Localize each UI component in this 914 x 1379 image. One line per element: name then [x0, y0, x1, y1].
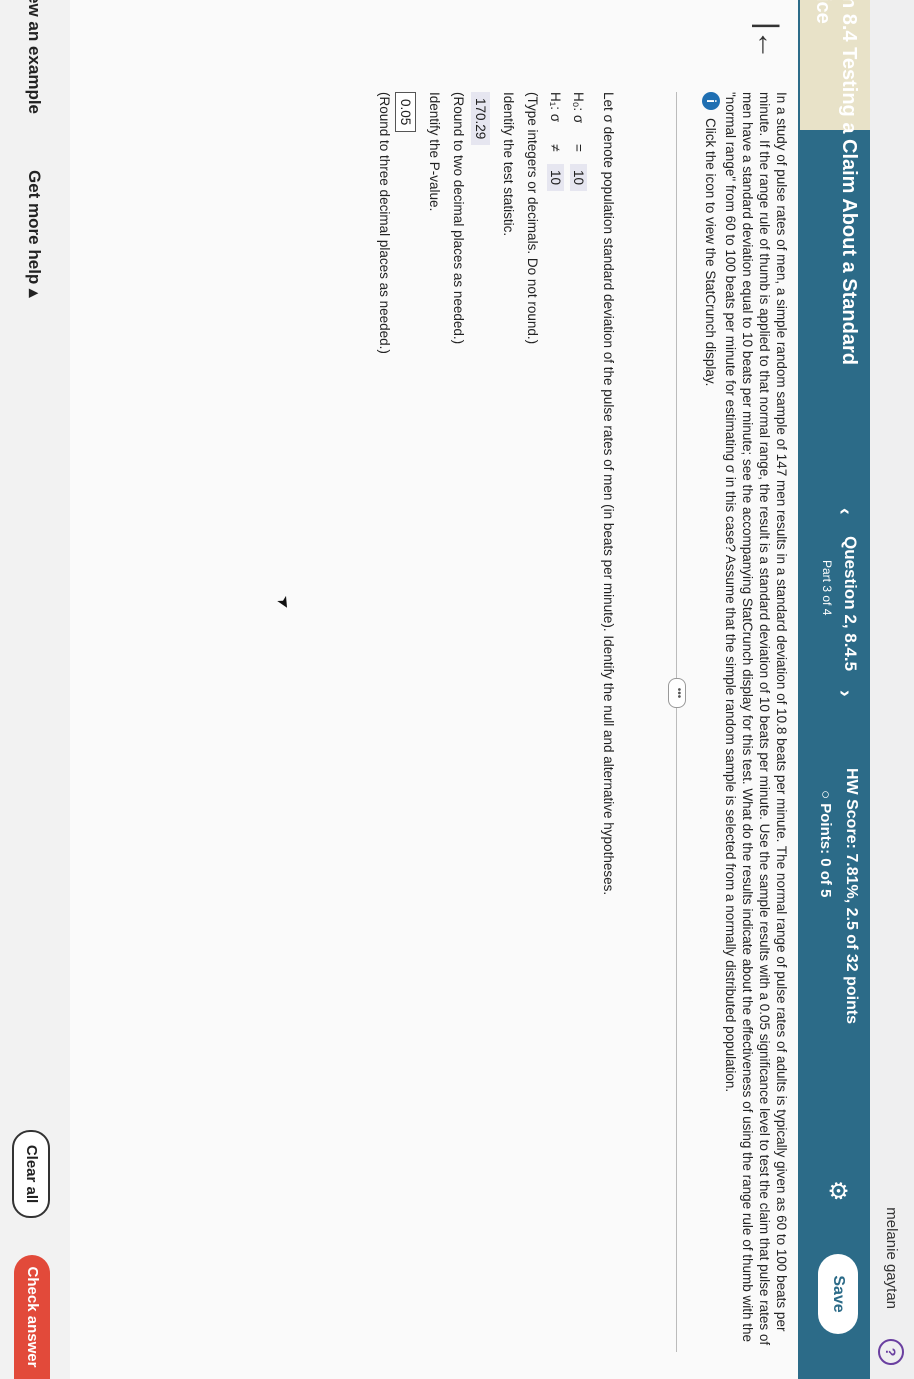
hw-score: HW Score: 7.81%, 2.5 of 32 points [843, 768, 860, 1025]
null-hypothesis-row: H₀: σ = 10 [570, 92, 587, 192]
points-circle-icon: ○ [817, 790, 834, 800]
clear-all-button[interactable]: Clear all [12, 1130, 50, 1218]
info-icon[interactable]: i [702, 92, 720, 110]
assignment-title-bar: n 8.4 Testing a Claim About a Standard i… [798, 0, 870, 1379]
statcrunch-info-row: i Click the icon to view the StatCrunch … [702, 92, 720, 386]
h1-operator[interactable]: ≠ [548, 138, 563, 158]
mouse-pointer-icon: ➤ [272, 592, 295, 614]
info-text: Click the icon to view the StatCrunch di… [703, 118, 719, 387]
view-example-link[interactable]: ew an example [24, 0, 44, 114]
save-button[interactable]: Save [818, 1254, 858, 1334]
check-answer-button[interactable]: Check answer [14, 1255, 50, 1379]
question-part: Part 3 of 4 [820, 560, 834, 616]
hypotheses-note: (Type integers or decimals. Do not round… [525, 92, 540, 345]
back-to-start-icon[interactable]: |← [750, 22, 784, 60]
test-statistic-input[interactable]: 170.29 [471, 92, 490, 146]
bottom-bar: ew an example Get more help ▴ Clear all … [0, 0, 70, 1379]
alt-hypothesis-row: H₁: σ ≠ 10 [547, 92, 564, 192]
gear-icon[interactable]: ⚙ [823, 1180, 852, 1202]
h0-value-input[interactable]: 10 [570, 164, 587, 192]
h0-label: H₀: σ [571, 92, 586, 124]
h1-value-input[interactable]: 10 [547, 164, 564, 192]
pvalue-note: (Round to three decimal places as needed… [377, 92, 392, 354]
question-text: In a study of pulse rates of men, a simp… [723, 92, 789, 1346]
next-question-icon[interactable]: › [833, 690, 856, 697]
question-title: Question 2, 8.4.5 [841, 536, 860, 672]
test-statistic-note: (Round to two decimal places as needed.) [451, 92, 466, 345]
previous-question-icon[interactable]: ‹ [833, 508, 856, 515]
get-more-help-link[interactable]: Get more help ▴ [24, 170, 44, 298]
more-options-icon[interactable]: ••• [668, 678, 686, 708]
top-bar: melanie gaytan ? [870, 0, 914, 1379]
help-icon[interactable]: ? [878, 1339, 904, 1365]
divider [676, 92, 677, 1352]
h1-label: H₁: σ [548, 92, 563, 123]
points-text: Points: 0 of 5 [817, 803, 834, 898]
points-row: ○ Points: 0 of 5 [817, 790, 834, 897]
user-name[interactable]: melanie gaytan [883, 1207, 900, 1309]
h0-operator[interactable]: = [571, 138, 586, 158]
section-title-line2: ice [812, 0, 834, 24]
section-title: n 8.4 Testing a Claim About a Standard [838, 0, 860, 365]
test-statistic-prompt: Identify the test statistic. [501, 92, 516, 237]
pvalue-prompt: Identify the P-value. [427, 92, 442, 212]
pvalue-input[interactable]: 0.05 [395, 92, 416, 133]
hypotheses-prompt: Let σ denote population standard deviati… [601, 92, 616, 896]
screen-content: melanie gaytan ? n 8.4 Testing a Claim A… [0, 0, 914, 1379]
